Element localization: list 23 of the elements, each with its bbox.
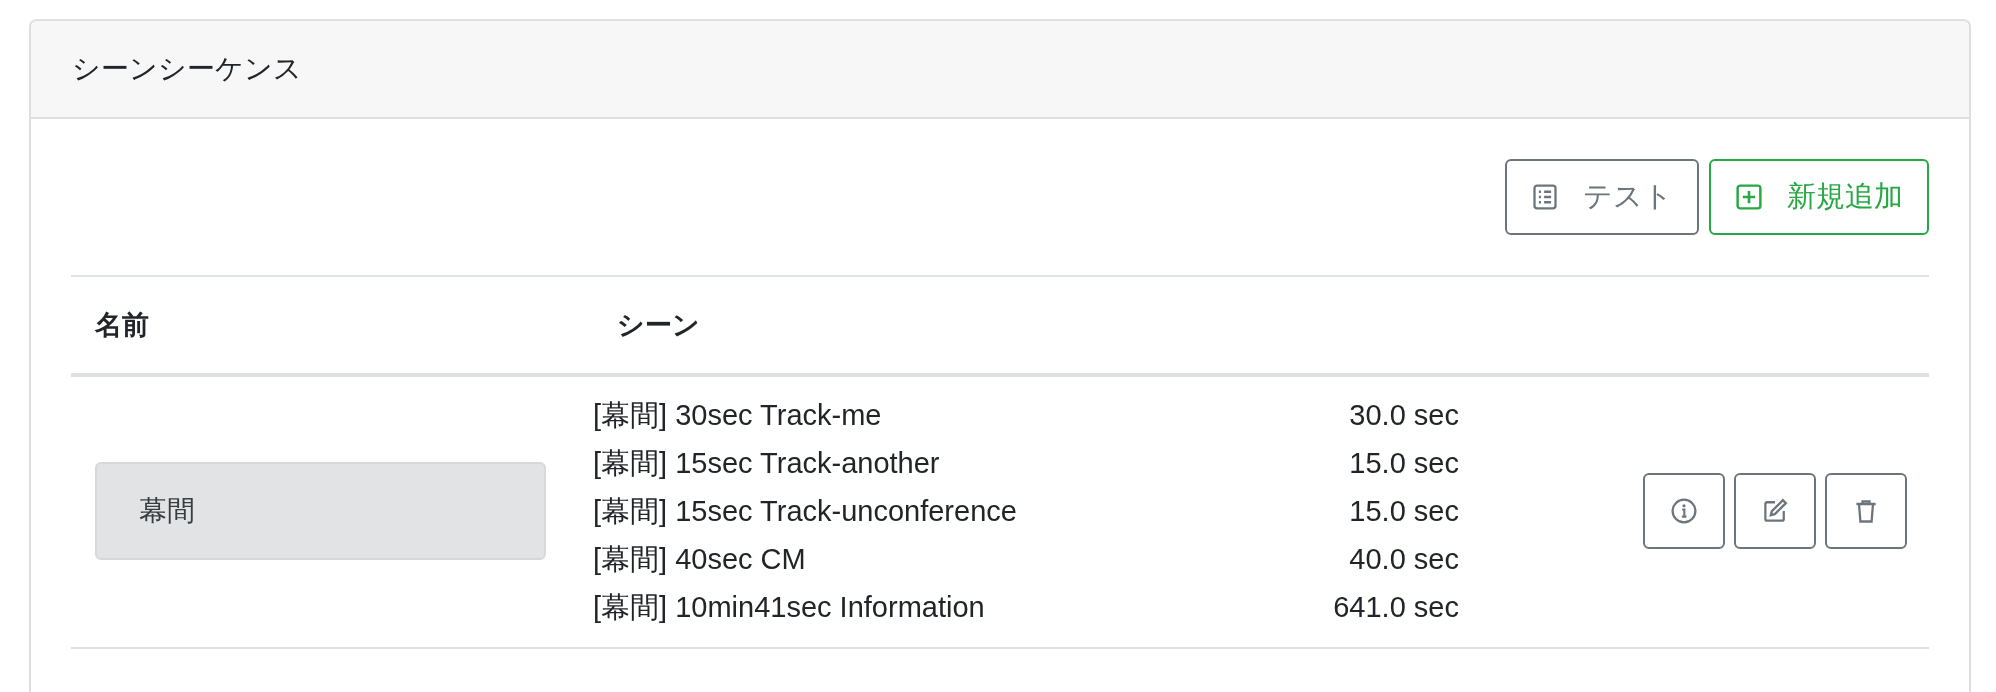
scene-duration: 15.0 sec [1349,494,1459,529]
plus-square-icon [1735,183,1763,211]
edit-button[interactable] [1734,473,1816,549]
scene-title: [幕間] 30sec Track-me [593,398,882,433]
scene-title: [幕間] 40sec CM [593,542,806,577]
column-header: シーン [616,309,701,342]
scene-title: [幕間] 10min41sec Information [593,590,985,625]
scene-duration: 30.0 sec [1349,398,1459,433]
info-button[interactable] [1643,473,1725,549]
scene-title: [幕間] 15sec Track-another [593,446,940,481]
scene-title: [幕間] 15sec Track-unconference [593,494,1017,529]
test-button[interactable]: テスト [1505,159,1699,235]
scene-duration: 40.0 sec [1349,542,1459,577]
checklist-icon [1531,183,1559,211]
pencil-square-icon [1761,497,1789,525]
name-label: 幕間 [95,462,546,560]
delete-button[interactable] [1825,473,1907,549]
column-header: 名前 [94,309,150,342]
scene-duration: 641.0 sec [1333,590,1459,625]
card-title: シーンシーケンス [72,52,302,86]
info-icon [1670,497,1698,525]
add-button[interactable]: 新規追加 [1709,159,1929,235]
scene-duration: 15.0 sec [1349,446,1459,481]
